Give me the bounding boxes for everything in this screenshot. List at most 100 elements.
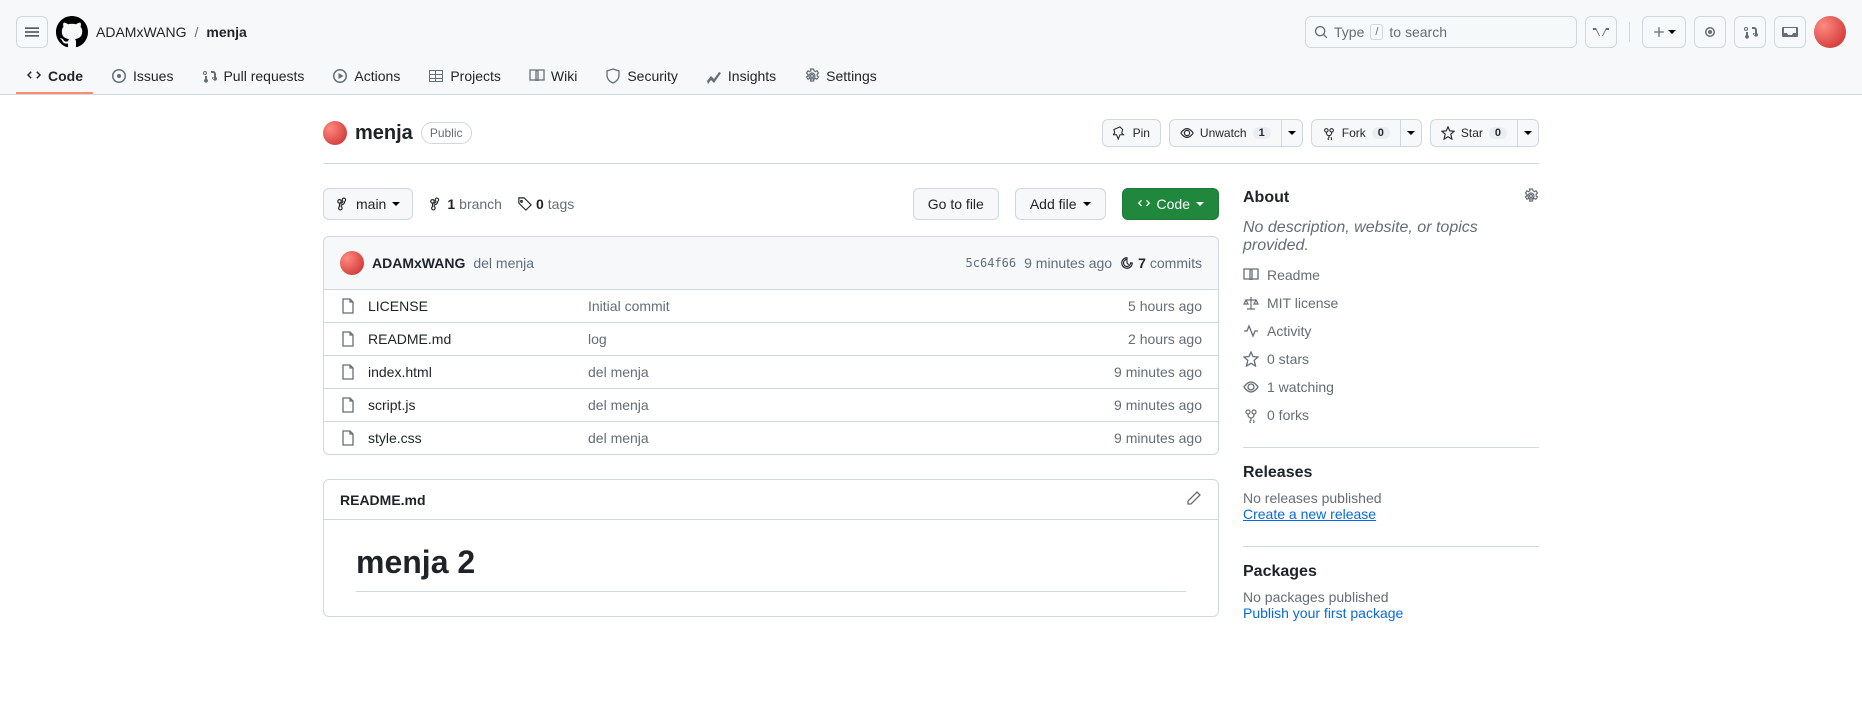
breadcrumb-owner[interactable]: ADAMxWANG xyxy=(96,24,186,40)
commit-author[interactable]: ADAMxWANG xyxy=(372,255,465,271)
forks-link[interactable]: 0 forks xyxy=(1243,407,1539,423)
tab-security[interactable]: Security xyxy=(595,60,688,94)
play-icon xyxy=(332,68,348,84)
star-dropdown[interactable] xyxy=(1517,119,1539,147)
repo-settings-button[interactable] xyxy=(1523,188,1539,207)
star-icon xyxy=(1243,351,1259,367)
commit-message[interactable]: del menja xyxy=(473,255,534,271)
issue-icon xyxy=(111,68,127,84)
inbox-icon xyxy=(1782,24,1798,40)
commit-time: 9 minutes ago xyxy=(1024,255,1112,271)
github-icon xyxy=(56,16,88,48)
license-link[interactable]: MIT license xyxy=(1243,295,1539,311)
fork-button[interactable]: Fork0 xyxy=(1311,119,1400,147)
fork-icon xyxy=(1322,126,1336,140)
file-commit-message[interactable]: del menja xyxy=(588,397,1114,413)
file-name[interactable]: script.js xyxy=(368,397,588,413)
create-release-link[interactable]: Create a new release xyxy=(1243,506,1376,522)
command-palette-button[interactable] xyxy=(1585,16,1617,48)
tab-issues[interactable]: Issues xyxy=(101,60,183,94)
file-name[interactable]: LICENSE xyxy=(368,298,588,314)
file-row[interactable]: style.cssdel menja9 minutes ago xyxy=(324,422,1218,454)
breadcrumb-repo[interactable]: menja xyxy=(206,24,246,40)
repo-description: No description, website, or topics provi… xyxy=(1243,219,1539,255)
add-file-button[interactable]: Add file xyxy=(1015,188,1106,220)
code-icon xyxy=(1137,197,1151,211)
fork-dropdown[interactable] xyxy=(1400,119,1422,147)
file-commit-message[interactable]: del menja xyxy=(588,430,1114,446)
about-title: About xyxy=(1243,189,1289,207)
readme-heading: menja 2 xyxy=(356,544,1186,592)
file-commit-message[interactable]: log xyxy=(588,331,1128,347)
file-name[interactable]: README.md xyxy=(368,331,588,347)
file-icon xyxy=(340,331,356,347)
tab-settings[interactable]: Settings xyxy=(794,60,887,94)
activity-link[interactable]: Activity xyxy=(1243,323,1539,339)
user-avatar[interactable] xyxy=(1814,16,1846,48)
create-new-button[interactable] xyxy=(1642,16,1686,48)
commit-sha[interactable]: 5c64f66 xyxy=(966,256,1017,270)
code-download-button[interactable]: Code xyxy=(1122,188,1219,220)
code-icon xyxy=(26,68,42,84)
pin-button[interactable]: Pin xyxy=(1102,119,1161,147)
branch-select-button[interactable]: main xyxy=(323,188,413,220)
file-row[interactable]: LICENSEInitial commit5 hours ago xyxy=(324,290,1218,323)
caret-down-icon xyxy=(1196,200,1204,208)
edit-readme-button[interactable] xyxy=(1186,490,1202,509)
repo-title[interactable]: menja xyxy=(355,122,413,145)
tab-actions[interactable]: Actions xyxy=(322,60,410,94)
unwatch-button[interactable]: Unwatch1 xyxy=(1169,119,1281,147)
file-row[interactable]: README.mdlog2 hours ago xyxy=(324,323,1218,356)
file-commit-message[interactable]: del menja xyxy=(588,364,1114,380)
file-name[interactable]: style.css xyxy=(368,430,588,446)
pull-requests-button[interactable] xyxy=(1734,16,1766,48)
packages-empty: No packages published xyxy=(1243,589,1539,605)
tab-wiki[interactable]: Wiki xyxy=(519,60,587,94)
star-button[interactable]: Star0 xyxy=(1430,119,1517,147)
repo-header: menja Public Pin Unwatch1 Fork0 Star0 xyxy=(323,119,1539,147)
pencil-icon xyxy=(1186,490,1202,506)
watch-dropdown[interactable] xyxy=(1281,119,1303,147)
readme-filename[interactable]: README.md xyxy=(340,492,426,508)
commits-link[interactable]: 7 commits xyxy=(1120,255,1202,271)
tab-pulls[interactable]: Pull requests xyxy=(191,60,314,94)
search-input[interactable]: Type / to search xyxy=(1305,16,1577,48)
latest-commit: ADAMxWANG del menja 5c64f66 9 minutes ag… xyxy=(324,237,1218,290)
menu-button[interactable] xyxy=(16,16,48,48)
file-name[interactable]: index.html xyxy=(368,364,588,380)
star-icon xyxy=(1441,126,1455,140)
app-header: ADAMxWANG / menja Type / to search Code … xyxy=(0,0,1862,95)
branch-icon xyxy=(429,197,443,211)
sidebar-divider xyxy=(1243,546,1539,547)
file-time: 9 minutes ago xyxy=(1114,430,1202,446)
table-icon xyxy=(428,68,444,84)
command-icon xyxy=(1593,24,1609,40)
notifications-button[interactable] xyxy=(1774,16,1806,48)
tag-icon xyxy=(518,197,532,211)
commit-author-avatar[interactable] xyxy=(340,251,364,275)
caret-down-icon xyxy=(392,200,400,208)
stars-link[interactable]: 0 stars xyxy=(1243,351,1539,367)
tab-projects[interactable]: Projects xyxy=(418,60,511,94)
search-placeholder-prefix: Type xyxy=(1334,24,1364,40)
readme-link[interactable]: Readme xyxy=(1243,267,1539,283)
publish-package-link[interactable]: Publish your first package xyxy=(1243,605,1403,621)
watch-count: 1 xyxy=(1253,127,1271,139)
goto-file-button[interactable]: Go to file xyxy=(913,188,999,220)
watching-link[interactable]: 1 watching xyxy=(1243,379,1539,395)
releases-empty: No releases published xyxy=(1243,490,1539,506)
github-logo[interactable] xyxy=(56,16,88,48)
plus-icon xyxy=(1652,25,1666,39)
sidebar-divider xyxy=(1243,447,1539,448)
tags-link[interactable]: 0 tags xyxy=(518,196,574,212)
file-row[interactable]: script.jsdel menja9 minutes ago xyxy=(324,389,1218,422)
branches-link[interactable]: 1 branch xyxy=(429,196,502,212)
tab-code[interactable]: Code xyxy=(16,60,93,94)
tab-insights[interactable]: Insights xyxy=(696,60,786,94)
file-nav: main 1 branch 0 tags Go to file Add file… xyxy=(323,188,1219,220)
issues-button[interactable] xyxy=(1694,16,1726,48)
file-row[interactable]: index.htmldel menja9 minutes ago xyxy=(324,356,1218,389)
pr-icon xyxy=(201,68,217,84)
file-commit-message[interactable]: Initial commit xyxy=(588,298,1128,314)
breadcrumb-sep: / xyxy=(194,24,198,40)
